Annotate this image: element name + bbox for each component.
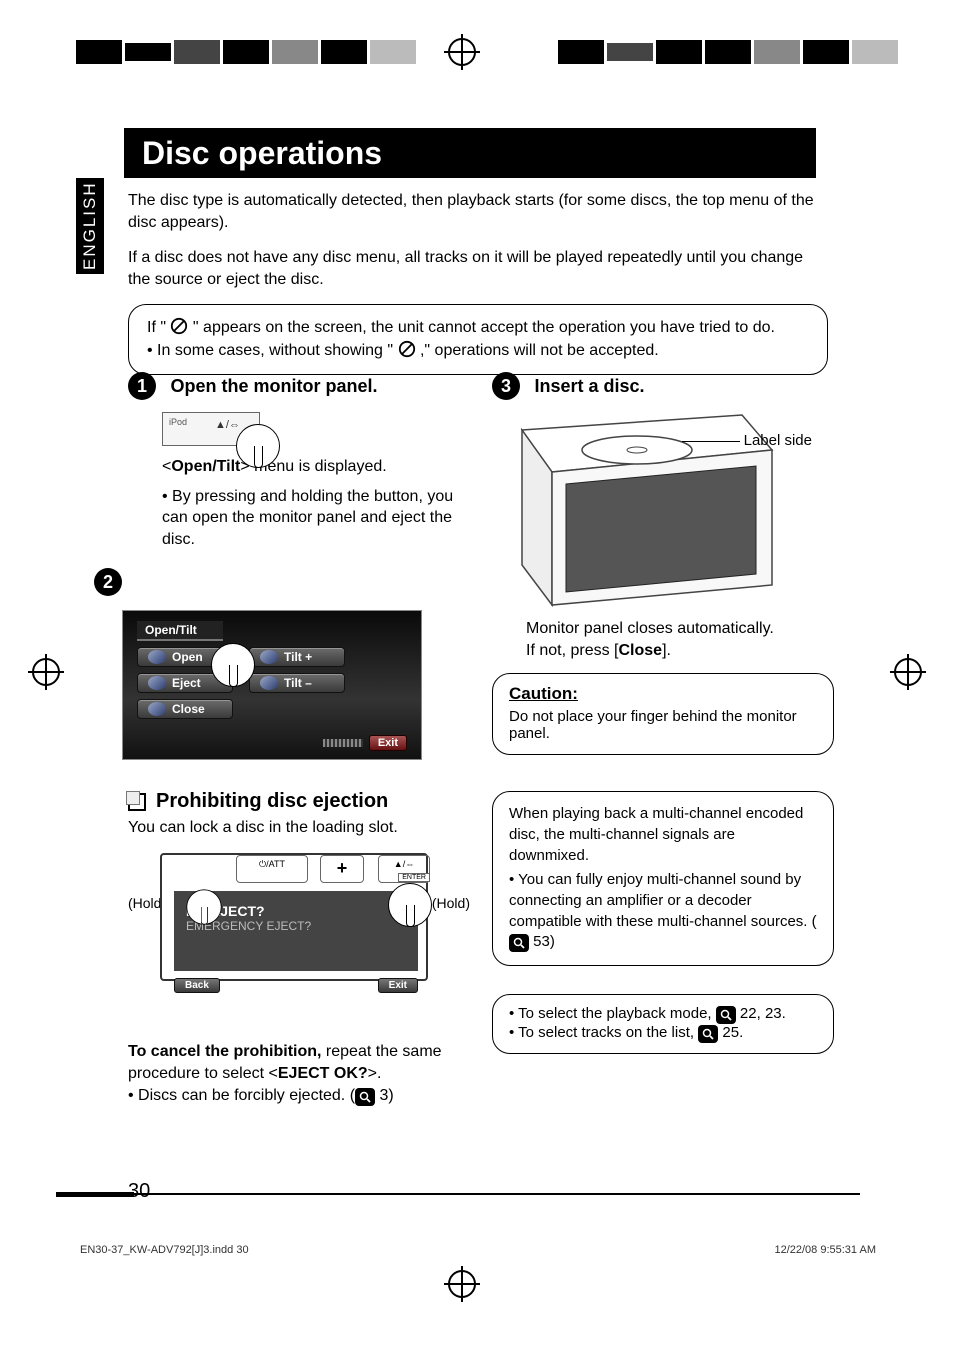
tilt-plus-icon (260, 650, 278, 664)
hold-label-right: (Hold) (432, 895, 470, 911)
step-1-title: Open the monitor panel. (170, 376, 377, 397)
mix-bullet: You can fully enjoy multi-channel sound … (509, 870, 817, 953)
tilt-minus-icon (260, 676, 278, 690)
prohibit-icon (398, 340, 416, 358)
eject-label: ▲/⇔ (379, 856, 429, 869)
page-ref-3 (355, 1088, 375, 1106)
finger-press-icon (388, 883, 432, 927)
power-att-label: ⏻/ATT (237, 856, 307, 870)
panel-closes-text: Monitor panel closes automatically. (526, 618, 834, 640)
step-3-title: Insert a disc. (534, 376, 644, 397)
forcible-eject-line: • Discs can be forcibly ejected. ( 3) (128, 1087, 458, 1106)
menu-tilt-minus-button: Tilt – (249, 673, 345, 693)
ifnot-bold: Close (618, 642, 662, 659)
jobline-right: 12/22/08 9:55:31 AM (774, 1244, 876, 1256)
scroll-indicator-icon (323, 739, 363, 747)
language-tab: ENGLISH (76, 178, 104, 274)
disc-insert-illustration: Label side (492, 410, 782, 610)
menu-tilt-plus-button: Tilt + (249, 647, 345, 667)
open-tilt-pre: < (162, 458, 171, 475)
print-jobline: EN30-37_KW-ADV792[J]3.indd 30 12/22/08 9… (80, 1244, 876, 1256)
step-number-2: 2 (94, 568, 122, 596)
page-title: Disc operations (124, 128, 816, 178)
finger-press-icon (236, 424, 280, 468)
finger-press-icon (211, 643, 255, 687)
ifnot-pre: If not, press [ (526, 642, 618, 659)
open-tilt-label: Open/Tilt (171, 458, 240, 475)
print-color-bar (76, 40, 898, 64)
note2-post: ," operations will not be accepted. (420, 342, 659, 359)
step1-bullet: By pressing and holding the button, you … (162, 486, 458, 551)
eject-icon (148, 676, 166, 690)
ipod-label: iPod (169, 417, 187, 427)
jobline-left: EN30-37_KW-ADV792[J]3.indd 30 (80, 1244, 249, 1256)
step-number-1: 1 (128, 372, 156, 400)
label-side-text: Label side (744, 432, 812, 449)
caution-label: Caution: (509, 684, 817, 704)
open-tilt-menu-screenshot: Open/Tilt Open Tilt + Eject Tilt – Close (122, 610, 422, 760)
ref-playback-mode: To select the playback mode, 22, 23. (509, 1005, 817, 1024)
menu-close-button: Close (137, 699, 233, 719)
registration-mark-left (32, 658, 60, 686)
caution-text: Do not place your finger behind the moni… (509, 708, 817, 742)
enter-label: ENTER (398, 873, 430, 882)
open-icon (148, 650, 166, 664)
menu-exit-button: Exit (369, 735, 407, 751)
step-3: 3 Insert a disc. Label side Monitor pane… (492, 372, 834, 661)
ref-select-tracks: To select tracks on the list, 25. (509, 1024, 817, 1043)
page-number: 30 (128, 1180, 150, 1203)
multichannel-box: When playing back a multi-channel encode… (492, 791, 834, 966)
close-icon (148, 702, 166, 716)
page-ref-22-23 (716, 1006, 736, 1024)
prohibit-lead: You can lock a disc in the loading slot. (128, 819, 458, 837)
note-box: If " " appears on the screen, the unit c… (128, 304, 828, 375)
intro-para-1: The disc type is automatically detected,… (128, 190, 828, 233)
device-illustration: (Hold) (Hold) ⏻/ATT + ▲/⇔ NO EJECT? EMER (128, 849, 428, 1017)
back-button: Back (174, 978, 220, 993)
note2-pre: • In some cases, without showing " (147, 342, 393, 359)
exit-button: Exit (378, 978, 418, 993)
intro-para-2: If a disc does not have any disc menu, a… (128, 247, 828, 290)
step-2: 2 Open/Tilt Open Tilt + Eject Tilt – Clo… (128, 568, 458, 760)
section-prohibiting-ejection: Prohibiting disc ejection (128, 790, 458, 813)
page-ref-25 (698, 1025, 718, 1043)
plus-button: + (320, 855, 364, 883)
arrow-down-icon (292, 981, 306, 991)
book-icon (128, 793, 146, 811)
step-number-3: 3 (492, 372, 520, 400)
menu-header: Open/Tilt (137, 621, 223, 641)
page-ref-53 (509, 934, 529, 952)
registration-mark-bottom (448, 1270, 476, 1298)
note1-post: " appears on the screen, the unit cannot… (193, 319, 775, 336)
power-att-button: ⏻/ATT (236, 855, 308, 883)
registration-mark-right (894, 658, 922, 686)
section-heading: Prohibiting disc ejection (156, 790, 388, 813)
cancel-prohibition-text: To cancel the prohibition, repeat the sa… (128, 1041, 458, 1084)
mix-lead: When playing back a multi-channel encode… (509, 804, 817, 866)
references-box: To select the playback mode, 22, 23. To … (492, 994, 834, 1054)
step-1: 1 Open the monitor panel. iPod ▲/⇔ <Open… (128, 372, 458, 550)
page-rule (56, 1192, 134, 1197)
caution-box: Caution: Do not place your finger behind… (492, 673, 834, 755)
ifnot-post: ]. (662, 642, 671, 659)
prohibit-icon (170, 317, 188, 335)
finger-press-icon (186, 890, 221, 925)
note1-pre: If " (147, 319, 166, 336)
